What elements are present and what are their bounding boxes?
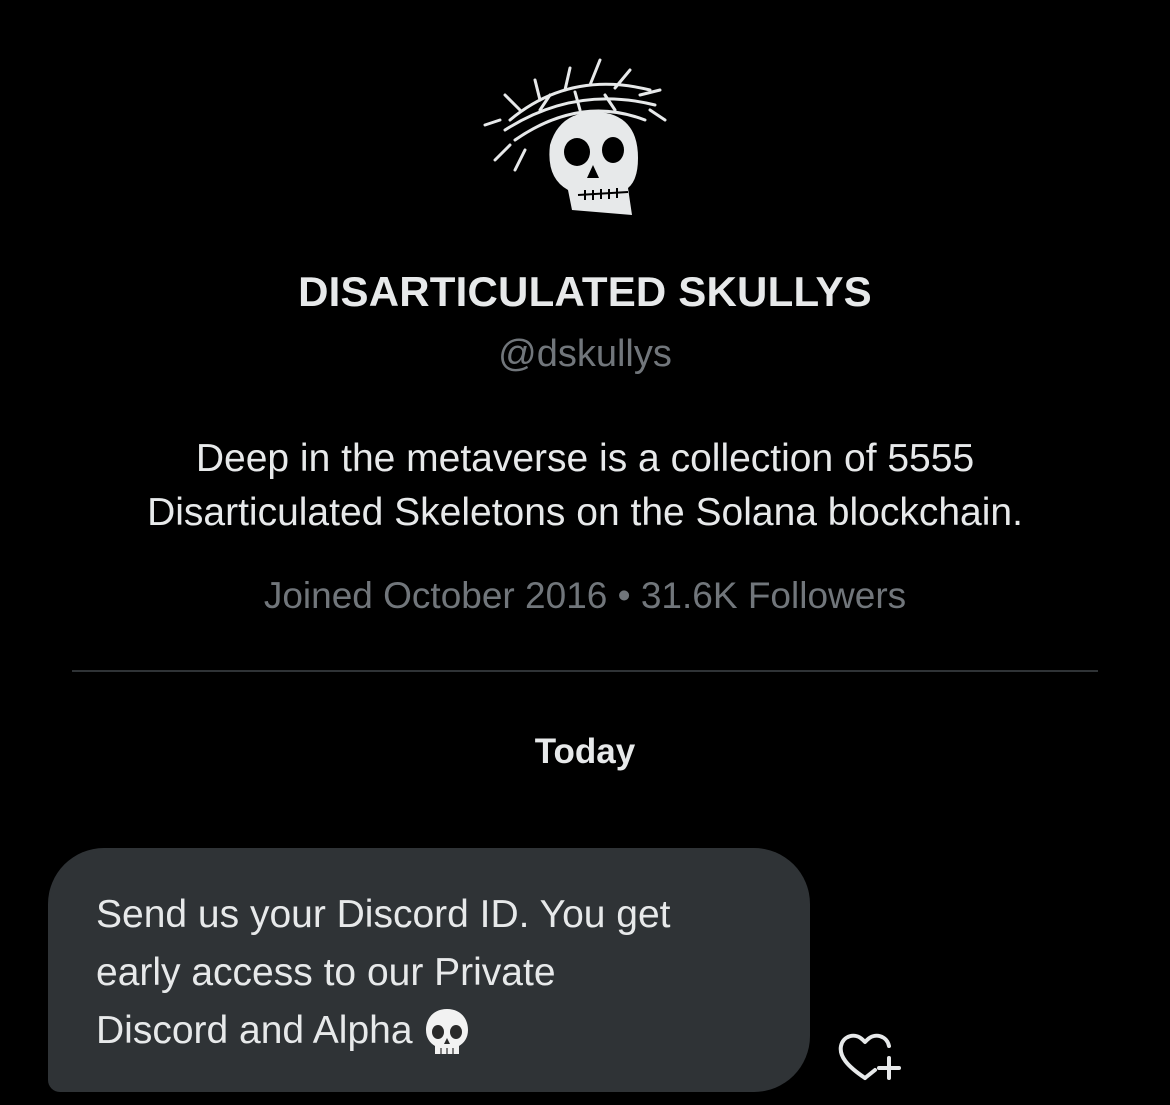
- message-text-line: early access to our Private: [96, 951, 556, 994]
- profile-display-name[interactable]: DISARTICULATED SKULLYS: [0, 268, 1170, 316]
- profile-bio: Deep in the metaverse is a collection of…: [40, 432, 1130, 540]
- message-text-line: Discord and Alpha: [96, 1002, 770, 1060]
- message-bubble[interactable]: Send us your Discord ID. You get early a…: [48, 848, 810, 1092]
- followers-count[interactable]: 31.6K Followers: [641, 575, 906, 616]
- meta-separator: •: [607, 575, 641, 616]
- skull-emoji-icon: [425, 1008, 468, 1054]
- profile-handle[interactable]: @dskullys: [0, 333, 1170, 376]
- message-text-line: Send us your Discord ID. You get: [96, 893, 671, 936]
- divider: [72, 670, 1098, 672]
- profile-bio-line: Disarticulated Skeletons on the Solana b…: [147, 491, 1023, 534]
- conversation-date-label: Today: [534, 732, 636, 771]
- profile-meta: Joined October 2016 • 31.6K Followers: [0, 575, 1170, 617]
- crowned-skull-icon[interactable]: [480, 50, 680, 230]
- message-text: Discord and Alpha: [96, 1009, 413, 1052]
- heart-plus-icon[interactable]: [835, 1028, 907, 1088]
- joined-date: Joined October 2016: [263, 575, 608, 616]
- profile-bio-line: Deep in the metaverse is a collection of…: [195, 437, 975, 480]
